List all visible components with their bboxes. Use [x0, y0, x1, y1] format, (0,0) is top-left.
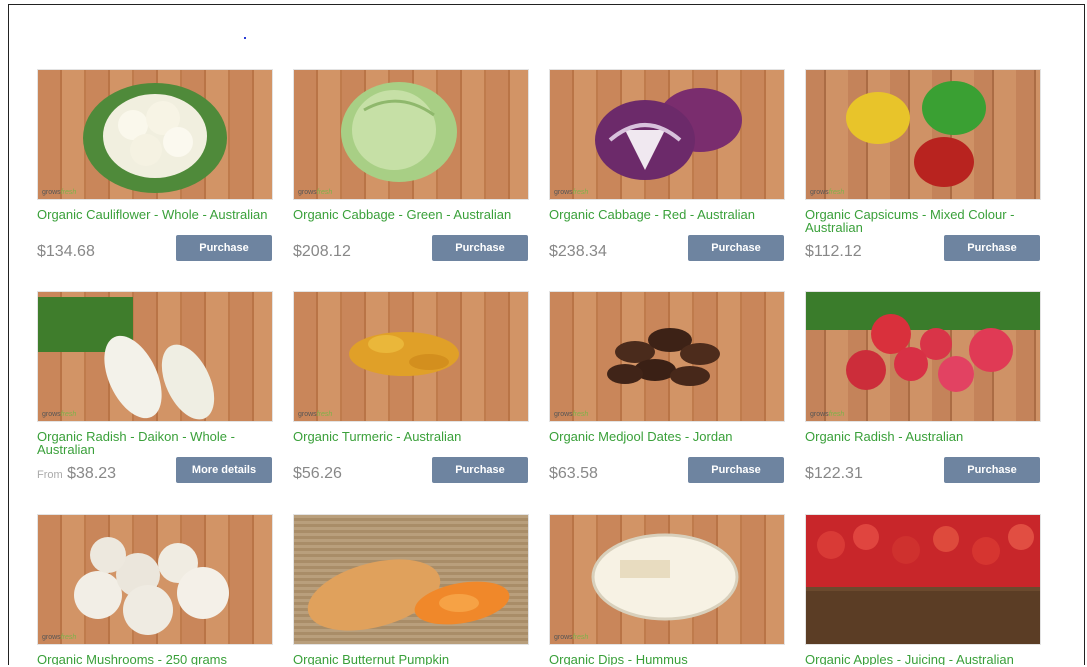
product-price: $238.34 [549, 243, 607, 260]
daikon-icon [38, 297, 215, 420]
product-title[interactable]: Organic Cauliflower - Whole - Australian [37, 208, 273, 235]
watermark: growsfresh [42, 189, 77, 196]
product-card: growsfresh Organic Turmeric - Australian… [293, 291, 529, 487]
product-card: growsfresh Organic Medjool Dates - Jorda… [549, 291, 785, 487]
product-title[interactable]: Organic Medjool Dates - Jordan [549, 430, 785, 457]
product-card: growsfresh Organic Capsicums - Mixed Col… [805, 69, 1041, 265]
product-price: $208.12 [293, 243, 351, 260]
product-image[interactable]: growsfresh [549, 291, 785, 422]
purchase-button[interactable]: Purchase [432, 457, 528, 483]
product-card: growsfresh Organic Radish - Daikon - Who… [37, 291, 273, 487]
radish-icon [806, 292, 1040, 392]
product-image[interactable]: growsfresh [37, 514, 273, 645]
product-title[interactable]: Organic Butternut Pumpkin [293, 653, 529, 665]
red-cabbage-icon [595, 88, 742, 180]
turmeric-icon [349, 332, 459, 376]
product-title[interactable]: Organic Capsicums - Mixed Colour - Austr… [805, 208, 1041, 235]
product-image[interactable]: growsfresh [805, 69, 1041, 200]
page-frame: growsfresh Organic Cauliflower - Whole -… [8, 4, 1085, 665]
product-title[interactable]: Organic Cabbage - Red - Australian [549, 208, 785, 235]
product-card: growsfresh Organic Mushrooms - 250 grams [37, 514, 273, 665]
product-price: $63.58 [549, 465, 598, 482]
product-title[interactable]: Organic Radish - Australian [805, 430, 1041, 457]
mushrooms-icon [74, 537, 229, 635]
product-image[interactable]: growsfresh [549, 69, 785, 200]
blue-dot [244, 37, 246, 39]
product-price: $56.26 [293, 465, 342, 482]
capsicums-icon [846, 81, 986, 187]
pumpkin-icon [307, 559, 510, 631]
cauliflower-icon [83, 83, 227, 193]
product-image[interactable]: growsfresh [805, 291, 1041, 422]
purchase-button[interactable]: Purchase [176, 235, 272, 261]
product-card: growsfresh Organic Cabbage - Red - Austr… [549, 69, 785, 265]
product-card: growsfresh Organic Cauliflower - Whole -… [37, 69, 273, 265]
product-title[interactable]: Organic Radish - Daikon - Whole - Austra… [37, 430, 273, 457]
product-image[interactable]: growsfresh [293, 291, 529, 422]
product-price: $112.12 [805, 243, 862, 260]
product-image[interactable]: growsfresh [37, 69, 273, 200]
purchase-button[interactable]: Purchase [688, 235, 784, 261]
purchase-button[interactable]: Purchase [432, 235, 528, 261]
product-price: $122.31 [805, 465, 863, 482]
product-card: growsfresh Organic Radish - Australian $… [805, 291, 1041, 487]
apples-icon [806, 515, 1040, 644]
product-card: Organic Butternut Pumpkin [293, 514, 529, 665]
product-card: Organic Apples - Juicing - Australian [805, 514, 1041, 665]
purchase-button[interactable]: Purchase [944, 235, 1040, 261]
product-price: $134.68 [37, 243, 95, 260]
purchase-button[interactable]: Purchase [944, 457, 1040, 483]
hummus-icon [591, 533, 739, 621]
product-image[interactable]: growsfresh [37, 291, 273, 422]
product-image[interactable] [293, 514, 529, 645]
product-card: growsfresh Organic Cabbage - Green - Aus… [293, 69, 529, 265]
product-title[interactable]: Organic Dips - Hummus [549, 653, 785, 665]
product-title[interactable]: Organic Turmeric - Australian [293, 430, 529, 457]
product-title[interactable]: Organic Cabbage - Green - Australian [293, 208, 529, 235]
product-title[interactable]: Organic Apples - Juicing - Australian [805, 653, 1041, 665]
dates-icon [607, 328, 720, 386]
product-image[interactable]: growsfresh [549, 514, 785, 645]
product-title[interactable]: Organic Mushrooms - 250 grams [37, 653, 273, 665]
purchase-button[interactable]: Purchase [688, 457, 784, 483]
green-cabbage-icon [341, 82, 457, 182]
product-image[interactable]: growsfresh [293, 69, 529, 200]
product-card: growsfresh Organic Dips - Hummus [549, 514, 785, 665]
product-image[interactable] [805, 514, 1041, 645]
product-price: From $38.23 [37, 465, 117, 482]
more-details-button[interactable]: More details [176, 457, 272, 483]
